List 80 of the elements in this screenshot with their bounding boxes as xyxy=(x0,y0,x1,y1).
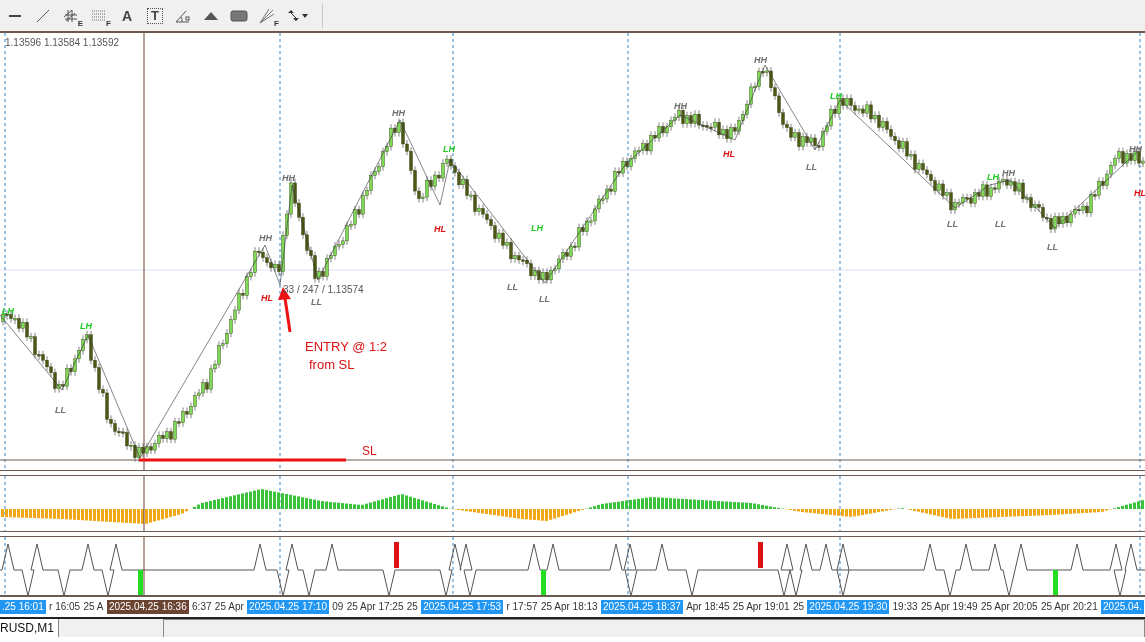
swing-label: LL xyxy=(995,219,1006,229)
swing-label: HL xyxy=(434,224,446,234)
period-separator-line xyxy=(839,537,841,595)
fan-tool-button[interactable]: F xyxy=(254,3,280,28)
crosshair-line xyxy=(143,476,145,531)
time-label: 2025.04.25 16:36 xyxy=(106,600,189,614)
time-label: 25 A xyxy=(83,600,104,614)
swing-label: HL xyxy=(723,149,735,159)
time-label: 25 Apr 19:01 xyxy=(732,600,790,614)
time-label: 6:37 xyxy=(192,600,212,614)
time-label: 25 Apr xyxy=(214,600,244,614)
ohlc-readout: 1.13596 1.13584 1.13592 xyxy=(5,37,119,48)
time-label: 25 Apr 19:49 xyxy=(920,600,978,614)
period-separator-line xyxy=(279,476,281,531)
swing-label: LL xyxy=(1047,242,1058,252)
period-separator-line xyxy=(1139,537,1141,595)
time-label: Apr 18:45 xyxy=(686,600,730,614)
signal-marker xyxy=(1053,570,1058,595)
period-separator-line xyxy=(1139,476,1141,531)
signal-marker xyxy=(541,570,546,595)
time-label: 25 Apr 20:05 xyxy=(980,600,1038,614)
period-separator-line xyxy=(4,476,6,531)
dash-icon xyxy=(9,14,21,17)
arrow-icon xyxy=(278,287,292,333)
stop-loss-label: SL xyxy=(362,444,377,458)
time-label: 25 Apr 18:13 xyxy=(540,600,598,614)
signal-marker xyxy=(138,570,143,595)
period-separator-line xyxy=(627,476,629,531)
signal-marker xyxy=(758,542,763,568)
swing-label: HH xyxy=(259,233,272,243)
text-label-tool-button[interactable]: T xyxy=(142,3,168,28)
crosshair-readout: 33 / 247 / 1.13574 xyxy=(283,284,364,295)
time-label: 25 Apr 20:21 xyxy=(1041,600,1098,614)
swing-label: LH xyxy=(80,321,92,331)
time-label: 25 Apr 17:25 xyxy=(346,600,404,614)
grid-tool-button[interactable]: F xyxy=(86,3,112,28)
swing-label: HL xyxy=(1134,188,1145,198)
swing-label: LH xyxy=(987,172,999,182)
swing-label: LH xyxy=(531,223,543,233)
swing-label: LL xyxy=(311,297,322,307)
swing-label: HH xyxy=(674,101,687,111)
time-label: 25 xyxy=(792,600,804,614)
signal-marker xyxy=(394,542,399,568)
annotation-text: from SL xyxy=(309,357,355,372)
swing-label: HH xyxy=(392,108,405,118)
swing-label: LL xyxy=(539,294,550,304)
period-separator-line xyxy=(452,476,454,531)
text-tool-button[interactable]: A xyxy=(114,3,140,28)
chart-tab[interactable]: RUSD,M1 xyxy=(0,619,59,637)
annotation-text: ENTRY @ 1:2 xyxy=(305,339,388,354)
time-label: .25 16:01 xyxy=(0,600,46,614)
time-label: 2025.04.25 19:30 xyxy=(807,600,890,614)
period-separator-line xyxy=(279,537,281,595)
time-label: 2025.04.25 18:37 xyxy=(600,600,683,614)
time-label: 25 xyxy=(406,600,418,614)
time-label: r 16:05 xyxy=(49,600,81,614)
time-label: 2025.04. xyxy=(1101,600,1144,614)
time-label: 19:33 xyxy=(892,600,918,614)
period-separator-line xyxy=(4,537,6,595)
swing-label: LL xyxy=(55,405,66,415)
time-label: r 17:57 xyxy=(506,600,538,614)
time-label: 09 xyxy=(332,600,344,614)
swing-label: LH xyxy=(2,306,14,316)
swing-label: LH xyxy=(830,91,842,101)
period-separator-line xyxy=(627,537,629,595)
fan-icon xyxy=(258,6,276,25)
swing-label: LL xyxy=(806,162,817,172)
swing-label: LH xyxy=(443,144,455,154)
swing-label: HH xyxy=(1002,168,1015,178)
swing-label: HH xyxy=(282,173,295,183)
swing-label: HH xyxy=(754,55,767,65)
time-label: 2025.04.25 17:10 xyxy=(247,600,329,614)
crosshair-line xyxy=(143,537,145,595)
period-separator-line xyxy=(839,476,841,531)
period-separator-line xyxy=(452,537,454,595)
time-label: 2025.04.25 17:53 xyxy=(421,600,504,614)
channel-tool-button[interactable]: E xyxy=(58,3,84,28)
swing-label: LL xyxy=(507,282,518,292)
swing-label: LL xyxy=(947,219,958,229)
swing-label: HL xyxy=(261,293,273,303)
